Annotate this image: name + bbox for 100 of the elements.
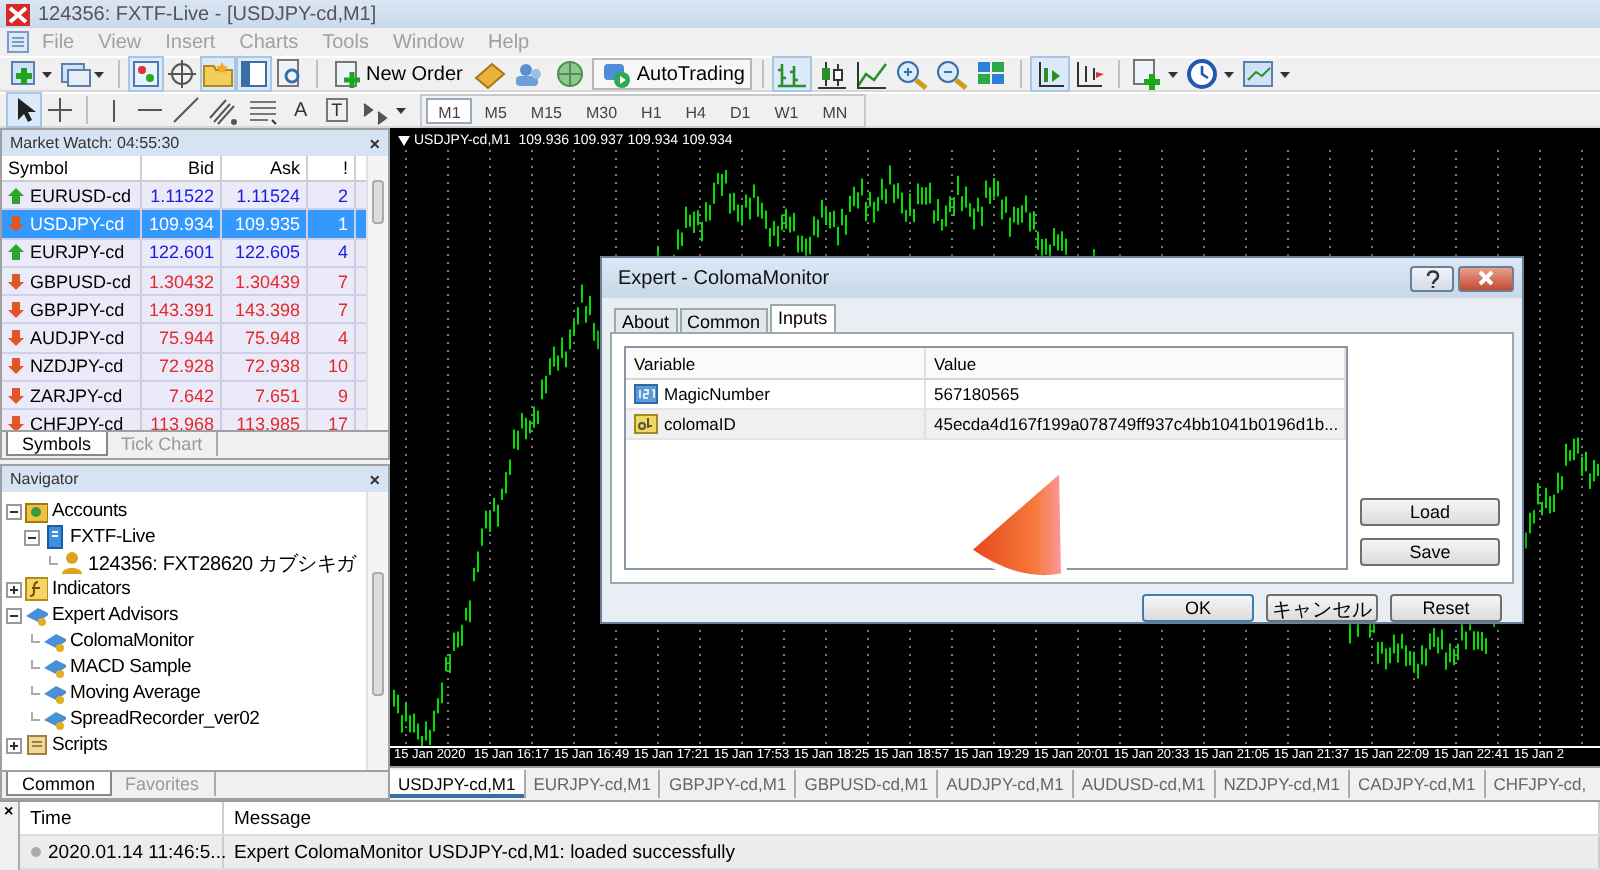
autotrading-button[interactable]: AutoTrading <box>592 58 753 90</box>
dialog-button[interactable]: Save <box>1360 538 1500 566</box>
quote-row[interactable]: NZDJPY-cd 72.928 72.938 10 <box>2 353 366 383</box>
scrollbar[interactable] <box>366 492 388 770</box>
quote-row[interactable]: EURUSD-cd 1.11522 1.11524 2 <box>2 182 366 211</box>
candlestick-icon[interactable] <box>814 58 851 90</box>
dialog-tab[interactable]: About <box>614 308 678 332</box>
text-label-tool[interactable]: T <box>325 98 349 122</box>
quote-row[interactable]: GBPUSD-cd 1.30432 1.30439 7 <box>2 267 366 297</box>
tree-item[interactable]: ColomaMonitor <box>70 630 194 652</box>
quote-row[interactable]: CHFJPY-cd 113.968 113.985 17 <box>2 410 366 430</box>
timeframe-button[interactable]: M15 <box>518 97 574 123</box>
dialog-button[interactable]: OK <box>1142 594 1254 622</box>
chart-tab[interactable]: USDJPY-cd,M1 <box>390 770 526 798</box>
trendline-icon[interactable] <box>170 94 202 126</box>
new-chart-icon[interactable] <box>8 58 56 90</box>
quote-row[interactable]: AUDJPY-cd 75.944 75.948 4 <box>2 324 366 354</box>
dropdown-triangle-icon[interactable] <box>398 136 410 146</box>
collapse-icon[interactable] <box>6 503 22 519</box>
autoscroll-icon[interactable] <box>1072 58 1109 90</box>
log-message: Expert ColomaMonitor USDJPY-cd,M1: loaded successfully <box>224 836 1600 868</box>
tree-item[interactable]: Indicators <box>52 578 131 600</box>
zoom-out-icon[interactable] <box>934 58 971 90</box>
line-chart-icon[interactable] <box>854 58 891 90</box>
chart-tab[interactable]: CADJPY-cd,M1 <box>1349 770 1486 798</box>
tree-item[interactable]: Moving Average <box>70 682 201 704</box>
expand-icon[interactable] <box>6 581 22 597</box>
scrollbar[interactable] <box>366 156 388 430</box>
collapse-icon[interactable] <box>6 607 22 623</box>
dialog-button[interactable]: キャンセル <box>1266 594 1378 622</box>
globe-icon[interactable] <box>552 58 589 90</box>
dialog-tab[interactable]: Inputs <box>770 304 836 332</box>
panel-tab[interactable]: Symbols <box>6 432 108 456</box>
timeframe-button[interactable]: M5 <box>472 97 519 123</box>
column-header[interactable]: Value <box>926 348 1346 378</box>
quote-row[interactable]: EURJPY-cd 122.601 122.605 4 <box>2 239 366 268</box>
variable-name: MagicNumber <box>664 384 770 404</box>
window-panel-icon[interactable] <box>238 58 270 90</box>
dialog-tab[interactable]: Common <box>679 308 769 332</box>
column-header[interactable]: Variable <box>626 348 926 378</box>
column-header[interactable]: Time <box>20 802 224 834</box>
dialog-button[interactable]: Reset <box>1390 594 1502 622</box>
chart-tab[interactable]: EURJPY-cd,M1 <box>525 770 661 798</box>
close-button[interactable]: × <box>0 802 20 870</box>
column-header[interactable]: Bid <box>142 156 222 180</box>
close-icon <box>1478 270 1494 286</box>
close-button[interactable]: × <box>369 469 380 489</box>
tree-item[interactable]: MACD Sample <box>70 656 192 678</box>
crosshair-icon[interactable] <box>44 94 76 126</box>
collapse-icon[interactable] <box>24 529 40 545</box>
chart-tab[interactable]: NZDJPY-cd,M1 <box>1215 770 1350 798</box>
chart-tab[interactable]: AUDUSD-cd,M1 <box>1073 770 1216 798</box>
chart-tab[interactable]: GBPJPY-cd,M1 <box>660 770 797 798</box>
ask-price: 143.398 <box>222 296 308 323</box>
timeframe-button[interactable]: D1 <box>718 97 763 123</box>
symbol-name: CHFJPY-cd <box>30 414 124 430</box>
panel-tab[interactable]: Common <box>6 772 112 796</box>
market-watch-icon[interactable] <box>130 58 162 90</box>
timeframe-button[interactable]: H1 <box>629 97 674 123</box>
tree-item[interactable]: Scripts <box>52 734 108 756</box>
timeframe-button[interactable]: M1 <box>426 97 473 123</box>
column-header[interactable]: Ask <box>222 156 308 180</box>
dialog-button[interactable]: Load <box>1360 498 1500 526</box>
timeframe-button[interactable]: MN <box>810 97 860 123</box>
quote-row[interactable]: GBPJPY-cd 143.391 143.398 7 <box>2 296 366 325</box>
tree-item[interactable]: Accounts <box>52 500 127 522</box>
close-button[interactable] <box>1458 265 1514 291</box>
crosshair-icon[interactable] <box>166 58 198 90</box>
timeframe-button[interactable]: W1 <box>762 97 811 123</box>
zoom-in-icon[interactable] <box>894 58 931 90</box>
tree-item[interactable]: 124356: FXT28620 カブシキガ <box>88 549 356 577</box>
column-header[interactable]: Message <box>224 802 1600 834</box>
timeframe-button[interactable]: H4 <box>673 97 719 123</box>
ask-price: 122.605 <box>222 239 308 266</box>
column-header[interactable]: Symbol <box>2 156 142 180</box>
timeframe-button[interactable]: M30 <box>573 97 630 123</box>
variable-value[interactable]: 45ecda4d167f199a078749ff937c4bb1041b0196d1b... <box>926 410 1346 438</box>
bid-price: 143.391 <box>142 296 222 323</box>
tree-item[interactable]: Expert Advisors <box>52 604 178 626</box>
expand-icon[interactable] <box>6 737 22 753</box>
channel-icon[interactable] <box>206 94 242 126</box>
help-button[interactable] <box>1410 265 1454 291</box>
chart-shift-icon[interactable] <box>1032 58 1069 90</box>
template-icon[interactable] <box>1242 58 1295 90</box>
text-tool[interactable]: A <box>286 99 316 121</box>
variable-value[interactable]: 567180565 <box>926 380 1346 408</box>
close-button[interactable]: × <box>369 133 380 153</box>
tree-item[interactable]: SpreadRecorder_ver02 <box>70 708 260 730</box>
column-header[interactable]: ! <box>308 156 356 180</box>
tree-item[interactable]: FXTF-Live <box>70 526 156 548</box>
chart-tab[interactable]: AUDJPY-cd,M1 <box>938 770 1074 798</box>
chart-tab[interactable]: CHFJPY-cd, <box>1485 770 1587 798</box>
profiles-icon[interactable] <box>60 58 108 90</box>
clock-icon[interactable] <box>1186 58 1239 90</box>
chart-tab[interactable]: GBPUSD-cd,M1 <box>796 770 939 798</box>
indicators-icon[interactable] <box>1130 58 1183 90</box>
quote-row[interactable]: ZARJPY-cd 7.642 7.651 9 <box>2 382 366 411</box>
new-order-button[interactable]: New Order <box>328 58 469 90</box>
spread-value: 1 <box>308 210 356 238</box>
input-row[interactable]: colomaID 45ecda4d167f199a078749ff937c4bb1041b0196d1b... <box>626 410 1346 440</box>
